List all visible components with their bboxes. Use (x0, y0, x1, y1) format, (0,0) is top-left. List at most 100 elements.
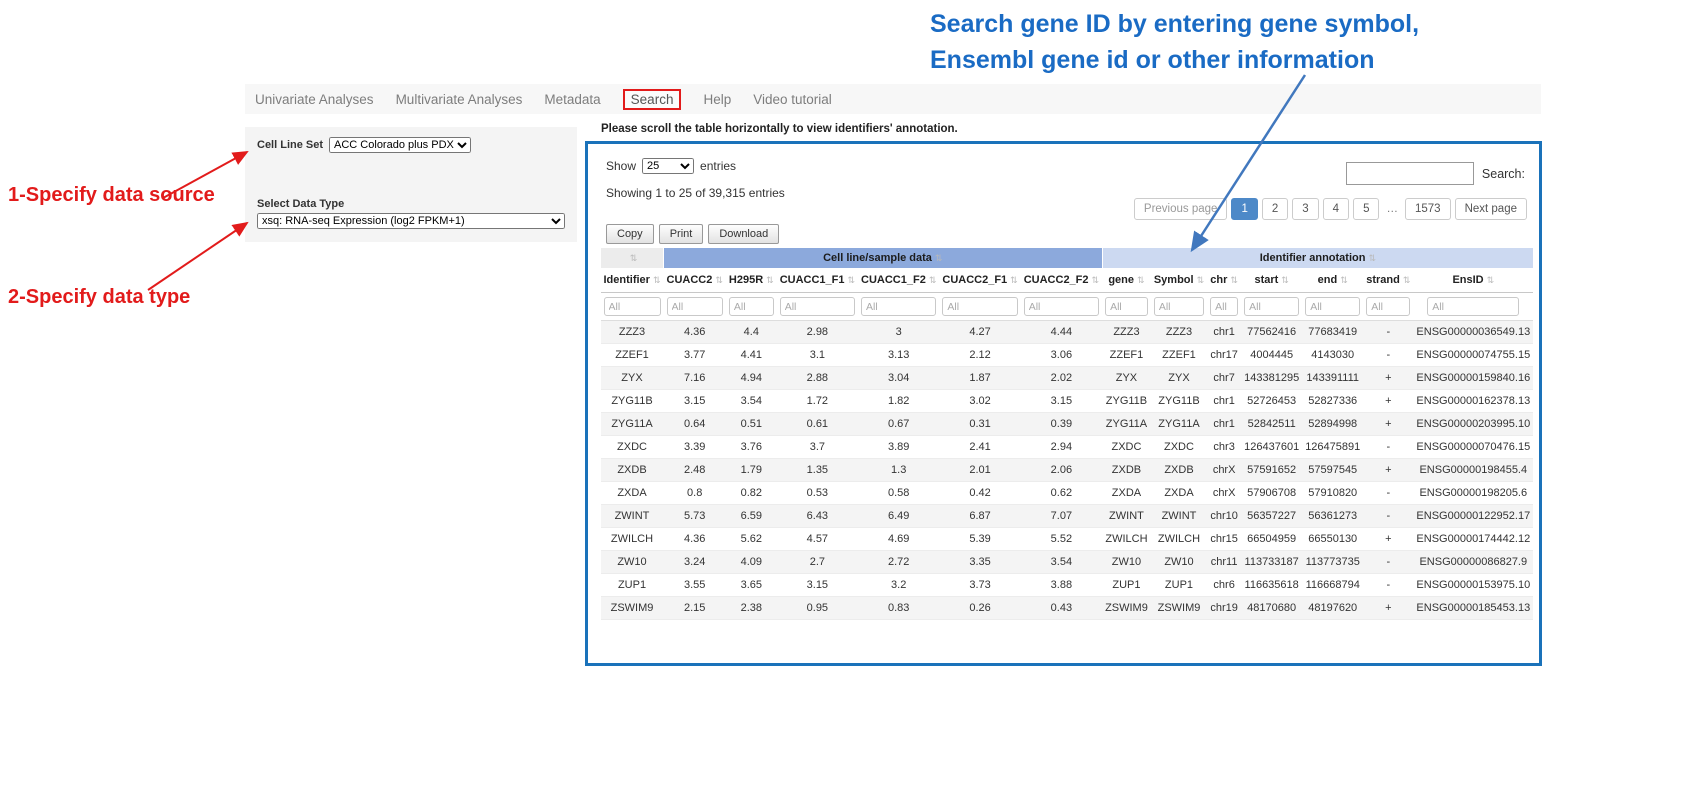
nav-item-search[interactable]: Search (623, 89, 682, 110)
nav-item-video-tutorial[interactable]: Video tutorial (753, 92, 832, 107)
table-row-ZYX: ZYX7.164.942.883.041.872.02ZYXZYXchr7143… (601, 367, 1534, 390)
column-header-cuacc2[interactable]: CUACC2⇅ (664, 268, 726, 293)
filter-cell (1021, 293, 1102, 321)
table-cell: ZZZ3 (1151, 321, 1207, 344)
table-cell: 113773735 (1302, 551, 1363, 574)
filter-input-ensid[interactable] (1427, 297, 1519, 316)
column-label: chr (1210, 274, 1227, 286)
table-cell: 5.39 (939, 528, 1020, 551)
page-button-1573[interactable]: 1573 (1405, 198, 1451, 220)
filter-input-identifier[interactable] (604, 297, 661, 316)
filter-input-cuacc2-f2[interactable] (1024, 297, 1099, 316)
filter-input-cuacc1-f1[interactable] (780, 297, 855, 316)
page-button-5[interactable]: 5 (1353, 198, 1379, 220)
column-header-start[interactable]: start⇅ (1241, 268, 1302, 293)
page-button-1[interactable]: 1 (1231, 198, 1257, 220)
filter-input-strand[interactable] (1366, 297, 1410, 316)
filter-cell (1302, 293, 1363, 321)
filter-input-start[interactable] (1244, 297, 1299, 316)
previous-page-button[interactable]: Previous page (1134, 198, 1228, 220)
table-cell: 4.69 (858, 528, 939, 551)
group-header-blank[interactable]: ⇅ (601, 248, 664, 268)
table-cell: 3.15 (1021, 390, 1102, 413)
nav-item-metadata[interactable]: Metadata (544, 92, 600, 107)
filter-row (601, 293, 1534, 321)
table-cell: 126475891 (1302, 436, 1363, 459)
column-header-h295r[interactable]: H295R⇅ (726, 268, 777, 293)
filter-input-symbol[interactable] (1154, 297, 1204, 316)
table-cell: 116635618 (1241, 574, 1302, 597)
filter-input-h295r[interactable] (729, 297, 774, 316)
table-cell: 5.73 (664, 505, 726, 528)
download-button[interactable]: Download (708, 224, 779, 244)
table-cell: ZZZ3 (1102, 321, 1151, 344)
group-header-cell-line-data[interactable]: Cell line/sample data⇅ (664, 248, 1103, 268)
column-header-cuacc1-f1[interactable]: CUACC1_F1⇅ (777, 268, 858, 293)
column-header-chr[interactable]: chr⇅ (1207, 268, 1241, 293)
table-cell: 2.7 (777, 551, 858, 574)
table-cell: ZWILCH (601, 528, 664, 551)
table-cell: 1.87 (939, 367, 1020, 390)
column-header-cuacc1-f2[interactable]: CUACC1_F2⇅ (858, 268, 939, 293)
page: Search gene ID by entering gene symbol, … (0, 0, 1695, 794)
table-row-ZXDC: ZXDC3.393.763.73.892.412.94ZXDCZXDCchr31… (601, 436, 1534, 459)
copy-button[interactable]: Copy (606, 224, 654, 244)
next-page-button[interactable]: Next page (1455, 198, 1527, 220)
table-cell: 5.52 (1021, 528, 1102, 551)
page-button-4[interactable]: 4 (1323, 198, 1349, 220)
column-header-gene[interactable]: gene⇅ (1102, 268, 1151, 293)
column-header-identifier[interactable]: Identifier⇅ (601, 268, 664, 293)
column-header-ensid[interactable]: EnsID⇅ (1413, 268, 1533, 293)
column-label: Identifier (604, 274, 650, 286)
cell-line-set-label: Cell Line Set (257, 139, 323, 151)
print-button[interactable]: Print (659, 224, 704, 244)
group-header-row: ⇅ Cell line/sample data⇅ Identifier anno… (601, 248, 1534, 268)
table-cell: ZW10 (1102, 551, 1151, 574)
table-cell: 3.88 (1021, 574, 1102, 597)
nav-item-help[interactable]: Help (703, 92, 731, 107)
filter-input-end[interactable] (1305, 297, 1360, 316)
column-header-end[interactable]: end⇅ (1302, 268, 1363, 293)
nav-item-univariate-analyses[interactable]: Univariate Analyses (255, 92, 374, 107)
filter-input-cuacc1-f2[interactable] (861, 297, 936, 316)
table-cell: ENSG00000162378.13 (1413, 390, 1533, 413)
table-cell: 4.27 (939, 321, 1020, 344)
page-length-select[interactable]: 25 (642, 158, 694, 174)
table-cell: ZZZ3 (601, 321, 664, 344)
table-cell: 2.72 (858, 551, 939, 574)
filter-input-cuacc2-f1[interactable] (942, 297, 1017, 316)
table-cell: chr3 (1207, 436, 1241, 459)
table-cell: 3.35 (939, 551, 1020, 574)
table-cell: 0.26 (939, 597, 1020, 620)
filter-input-gene[interactable] (1105, 297, 1148, 316)
table-cell: 2.88 (777, 367, 858, 390)
showing-entries: Showing 1 to 25 of 39,315 entries (606, 186, 785, 200)
table-cell: ZSWIM9 (601, 597, 664, 620)
page-button-3[interactable]: 3 (1292, 198, 1318, 220)
table-cell: ZYG11A (1102, 413, 1151, 436)
data-type-select[interactable]: xsq: RNA-seq Expression (log2 FPKM+1) (257, 213, 565, 229)
sort-icon: ⇅ (1340, 275, 1348, 285)
table-cell: 2.15 (664, 597, 726, 620)
column-header-cuacc2-f1[interactable]: CUACC2_F1⇅ (939, 268, 1020, 293)
column-label: CUACC1_F2 (861, 274, 926, 286)
column-header-symbol[interactable]: Symbol⇅ (1151, 268, 1207, 293)
group-header-identifier-annotation[interactable]: Identifier annotation⇅ (1102, 248, 1533, 268)
table-cell: 1.82 (858, 390, 939, 413)
column-header-cuacc2-f2[interactable]: CUACC2_F2⇅ (1021, 268, 1102, 293)
table-cell: 0.64 (664, 413, 726, 436)
nav-item-multivariate-analyses[interactable]: Multivariate Analyses (396, 92, 523, 107)
table-cell: 7.07 (1021, 505, 1102, 528)
cell-line-set-select[interactable]: ACC Colorado plus PDX (329, 137, 471, 153)
column-header-strand[interactable]: strand⇅ (1363, 268, 1413, 293)
table-cell: ZXDB (1102, 459, 1151, 482)
filter-input-cuacc2[interactable] (667, 297, 723, 316)
filter-input-chr[interactable] (1210, 297, 1238, 316)
table-cell: - (1363, 344, 1413, 367)
table-cell: 4.44 (1021, 321, 1102, 344)
table-cell: - (1363, 551, 1413, 574)
column-header-row: Identifier⇅CUACC2⇅H295R⇅CUACC1_F1⇅CUACC1… (601, 268, 1534, 293)
page-button-2[interactable]: 2 (1262, 198, 1288, 220)
table-search-input[interactable] (1346, 162, 1474, 185)
sort-icon: ⇅ (1010, 275, 1018, 285)
